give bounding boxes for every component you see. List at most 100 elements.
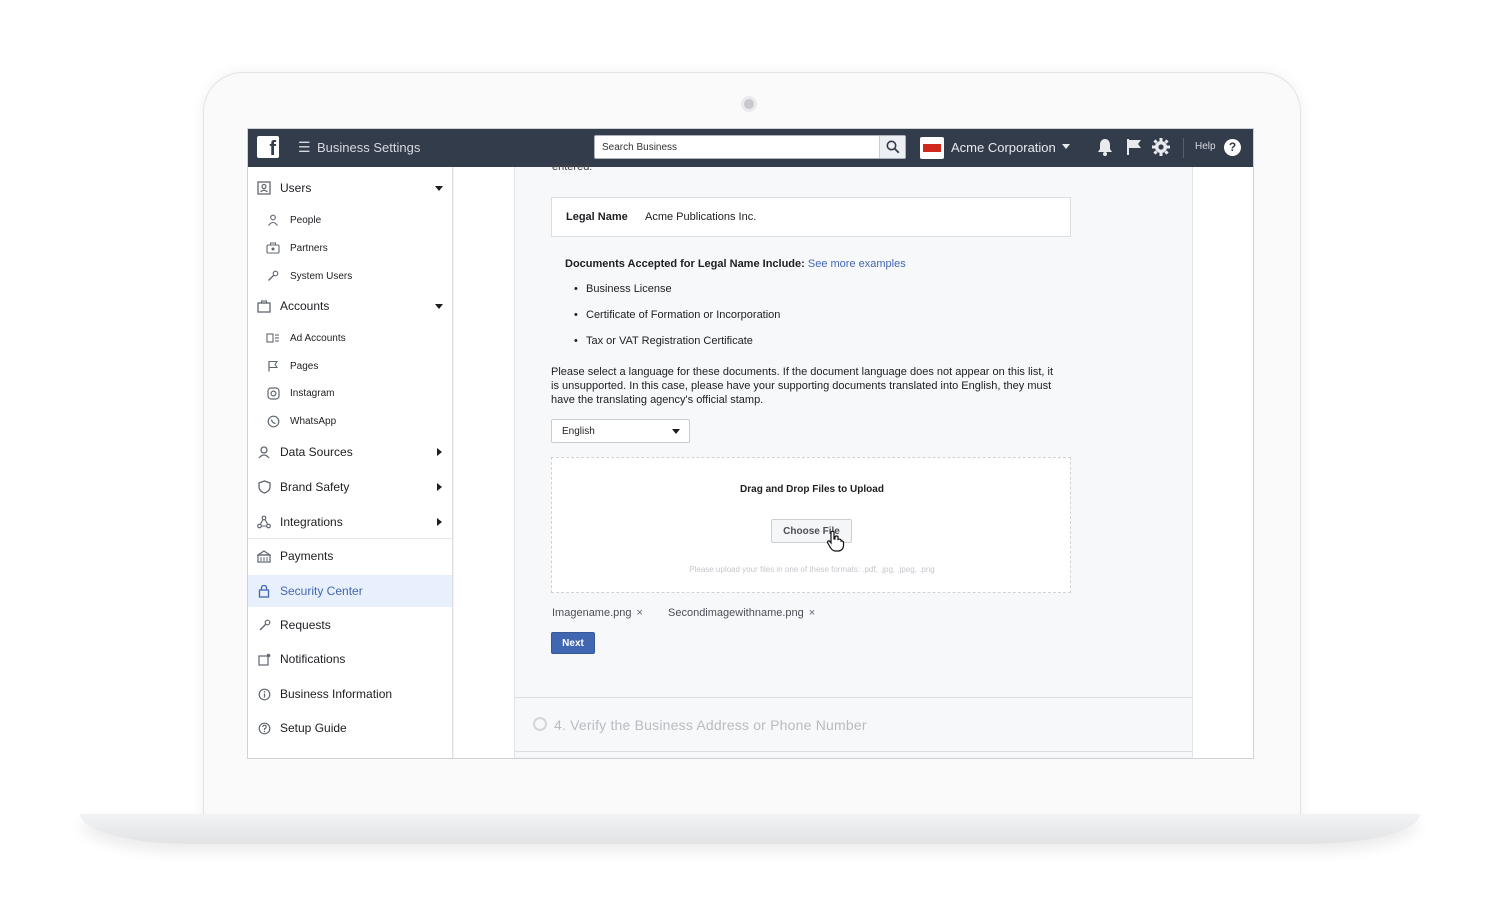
file-dropzone[interactable]: Drag and Drop Files to Upload Choose Fil… <box>551 457 1071 593</box>
hand-cursor-icon <box>826 530 845 552</box>
chevron-down-icon[interactable] <box>435 185 443 191</box>
search-button[interactable] <box>879 136 905 158</box>
facebook-logo-icon[interactable]: f <box>257 136 279 158</box>
sidebar-item-label: Partners <box>290 242 328 254</box>
sidebar-item-label: WhatsApp <box>290 415 337 427</box>
sidebar-item-ad-accounts[interactable]: Ad Accounts <box>248 326 452 350</box>
webcam-icon <box>741 96 757 112</box>
sidebar-item-label: Brand Safety <box>280 480 350 494</box>
sidebar-item-label: Security Center <box>280 584 363 598</box>
sidebar-item-security-center[interactable]: Security Center <box>248 575 452 607</box>
search-icon <box>886 140 899 154</box>
card-bottom-border <box>515 751 1192 752</box>
flag-icon[interactable] <box>1124 137 1144 157</box>
content-right-gutter <box>1193 167 1253 758</box>
sidebar-item-accounts[interactable]: Accounts <box>248 291 452 321</box>
chevron-right-icon[interactable] <box>437 448 442 456</box>
laptop-base <box>80 814 1420 844</box>
sidebar-item-label: People <box>290 214 322 226</box>
list-item: Tax or VAT Registration Certificate <box>574 335 780 361</box>
step-4-row[interactable]: 4. Verify the Business Address or Phone … <box>515 698 1192 752</box>
flag-icon <box>266 359 280 373</box>
sidebar-item-label: Data Sources <box>280 445 353 459</box>
shield-icon <box>256 479 272 495</box>
sidebar-item-notifications[interactable]: Notifications <box>248 644 452 674</box>
hamburger-menu-icon[interactable]: ☰ <box>298 139 311 156</box>
sidebar-item-users[interactable]: Users <box>248 173 452 203</box>
partners-icon <box>266 241 280 255</box>
requests-icon <box>256 617 272 633</box>
remove-file-icon[interactable]: × <box>809 607 815 619</box>
sidebar-item-payments[interactable]: Payments <box>248 541 452 571</box>
remove-file-icon[interactable]: × <box>637 607 643 619</box>
sidebar-item-brand-safety[interactable]: Brand Safety <box>248 472 452 502</box>
notifications-icon <box>256 651 272 667</box>
verification-card: entered: Legal Name Acme Publications In… <box>514 161 1193 757</box>
app-title[interactable]: Business Settings <box>317 140 420 155</box>
sidebar-item-requests[interactable]: Requests <box>248 610 452 640</box>
language-instructions: Please select a language for these docum… <box>551 366 1054 406</box>
list-item: Certificate of Formation or Incorporatio… <box>574 309 780 335</box>
sidebar-item-setup-guide[interactable]: Setup Guide <box>248 713 452 743</box>
integrations-icon <box>256 514 272 530</box>
sidebar-item-label: Requests <box>280 618 331 632</box>
sidebar-item-pages[interactable]: Pages <box>248 354 452 378</box>
top-bar: f ☰ Business Settings Acme Corporation H… <box>248 129 1253 167</box>
sidebar-item-people[interactable]: People <box>248 208 452 232</box>
sidebar: Users People Partners System Users Accou… <box>248 167 453 758</box>
sidebar-item-label: Instagram <box>290 387 335 399</box>
uploaded-file-chip: Imagename.png × <box>552 607 643 619</box>
wrench-icon <box>266 269 280 283</box>
uploaded-file-chip: Secondimagewithname.png × <box>668 607 815 619</box>
sidebar-item-business-information[interactable]: Business Information <box>248 679 452 709</box>
help-icon[interactable]: ? <box>1224 139 1241 156</box>
chevron-down-icon[interactable] <box>1062 144 1070 149</box>
step-status-circle-icon <box>533 717 547 731</box>
lock-icon <box>256 583 272 599</box>
legal-name-key: Legal Name <box>566 211 628 223</box>
screen: f ☰ Business Settings Acme Corporation H… <box>247 128 1254 759</box>
business-logo[interactable] <box>920 137 944 159</box>
content-gutter <box>454 167 514 758</box>
users-icon <box>256 180 272 196</box>
sidebar-item-data-sources[interactable]: Data Sources <box>248 437 452 467</box>
documents-accepted-title: Documents Accepted for Legal Name Includ… <box>565 258 906 270</box>
sidebar-item-label: Accounts <box>280 299 330 313</box>
bell-icon[interactable] <box>1095 137 1115 157</box>
help-link[interactable]: Help <box>1195 141 1216 152</box>
sidebar-divider <box>248 538 452 539</box>
sidebar-item-whatsapp[interactable]: WhatsApp <box>248 409 452 433</box>
sidebar-item-partners[interactable]: Partners <box>248 236 452 260</box>
sidebar-item-label: System Users <box>290 270 353 282</box>
sidebar-item-label: Ad Accounts <box>290 332 346 344</box>
business-switcher[interactable]: Acme Corporation <box>951 140 1056 155</box>
chevron-right-icon[interactable] <box>437 483 442 491</box>
sidebar-item-integrations[interactable]: Integrations <box>248 507 452 537</box>
see-more-examples-link[interactable]: See more examples <box>808 258 906 270</box>
ad-accounts-icon <box>266 331 280 345</box>
gear-icon[interactable] <box>1151 137 1171 157</box>
list-item: Business License <box>574 283 780 309</box>
uploaded-file-name: Imagename.png <box>552 607 632 619</box>
person-icon <box>266 213 280 227</box>
chevron-down-icon[interactable] <box>435 303 443 309</box>
search-input[interactable] <box>595 136 875 158</box>
instagram-icon <box>266 386 280 400</box>
sidebar-item-label: Pages <box>290 360 319 372</box>
chevron-right-icon[interactable] <box>437 518 442 526</box>
sidebar-item-label: Payments <box>280 549 334 563</box>
data-sources-icon <box>256 444 272 460</box>
sidebar-item-instagram[interactable]: Instagram <box>248 381 452 405</box>
next-button[interactable]: Next <box>551 632 595 654</box>
info-icon <box>256 686 272 702</box>
sidebar-item-system-users[interactable]: System Users <box>248 264 452 288</box>
sidebar-item-label: Notifications <box>280 652 346 666</box>
briefcase-icon <box>256 298 272 314</box>
sidebar-item-label: Integrations <box>280 515 343 529</box>
language-select[interactable]: English <box>551 419 690 443</box>
uploaded-file-name: Secondimagewithname.png <box>668 607 804 619</box>
search-box <box>594 135 906 159</box>
whatsapp-icon <box>266 414 280 428</box>
documents-accepted-label: Documents Accepted for Legal Name Includ… <box>565 258 805 270</box>
truncated-text: entered: <box>552 161 593 173</box>
